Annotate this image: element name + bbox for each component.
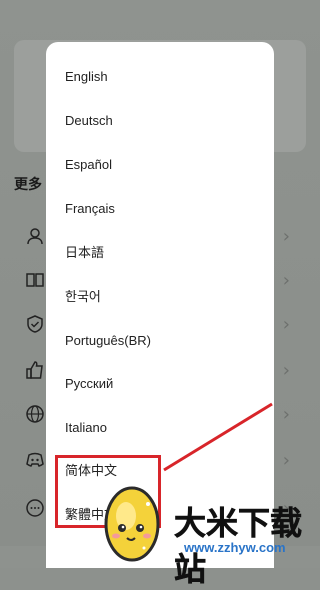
- watermark-mascot-icon: [104, 486, 160, 562]
- watermark-url: www.zzhyw.com: [184, 540, 286, 555]
